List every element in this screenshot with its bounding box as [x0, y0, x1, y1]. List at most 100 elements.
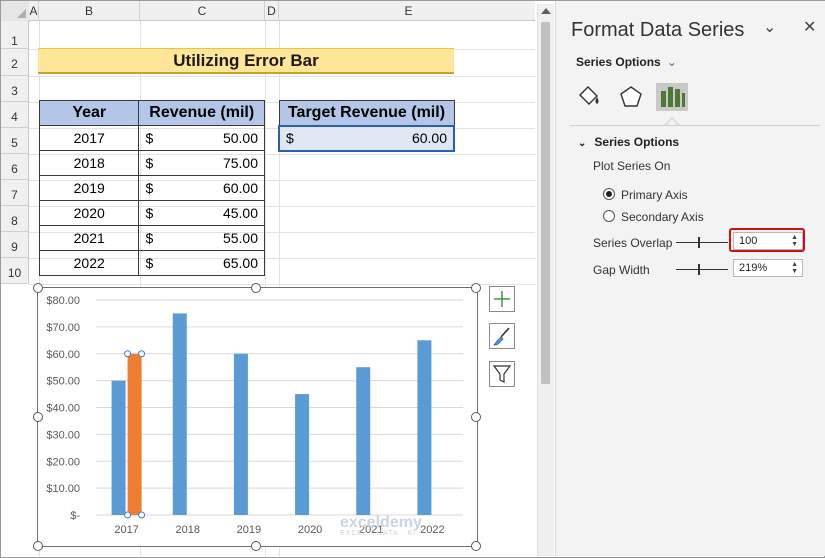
table-row: 2017 $50.00	[38, 125, 265, 151]
gap-width-value: 219%	[739, 262, 768, 274]
spin-up-icon[interactable]: ▲	[791, 261, 798, 268]
primary-axis-label[interactable]: Primary Axis	[621, 188, 688, 202]
resize-handle-bottom-right[interactable]	[471, 541, 481, 551]
y-tick-label: $40.00	[46, 403, 80, 415]
row-header-1[interactable]: 1	[1, 21, 29, 49]
target-revenue-cell[interactable]: $60.00	[278, 124, 455, 152]
fill-line-tab[interactable]	[574, 83, 604, 111]
resize-handle-top-left[interactable]	[33, 283, 43, 293]
row-header-9[interactable]: 9	[1, 232, 29, 258]
plus-icon	[494, 291, 510, 307]
y-tick-label: $30.00	[46, 429, 80, 441]
slider-knob[interactable]	[698, 237, 700, 248]
row-header-6[interactable]: 6	[1, 154, 29, 180]
revenue-cell[interactable]: $45.00	[138, 200, 265, 226]
revenue-cell[interactable]: $65.00	[138, 250, 265, 276]
chart-styles-button[interactable]	[489, 323, 515, 349]
resize-handle-top-right[interactable]	[471, 283, 481, 293]
series-options-dropdown[interactable]: Series Options ⌄	[576, 55, 677, 69]
column-header-e[interactable]: E	[279, 1, 535, 21]
bar-chart-icon	[661, 87, 685, 107]
pane-title: Format Data Series	[571, 19, 745, 41]
row-header-3[interactable]: 3	[1, 76, 29, 102]
row-header-2[interactable]: 2	[1, 49, 29, 76]
year-header[interactable]: Year	[38, 100, 140, 126]
year-cell[interactable]: 2019	[38, 175, 140, 201]
chart-bar	[172, 313, 187, 515]
resize-handle-right[interactable]	[471, 412, 481, 422]
revenue-cell[interactable]: $75.00	[138, 150, 265, 176]
revenue-value: 65.00	[222, 255, 258, 271]
revenue-header[interactable]: Revenue (mil)	[138, 100, 265, 126]
selection-handle[interactable]	[124, 511, 132, 519]
x-tick-label: 2017	[114, 524, 138, 536]
row-header-8[interactable]: 8	[1, 206, 29, 232]
year-cell[interactable]: 2022	[38, 250, 140, 276]
chart-bar	[417, 340, 432, 515]
gap-width-input[interactable]: 219% ▲ ▼	[733, 259, 803, 277]
y-tick-label: $80.00	[46, 295, 80, 307]
collapse-chevron-icon: ⌄	[578, 138, 587, 149]
scrollbar-thumb[interactable]	[541, 22, 550, 384]
spin-down-icon[interactable]: ▼	[791, 268, 798, 275]
slider-knob[interactable]	[698, 264, 700, 275]
y-tick-label: $70.00	[46, 322, 80, 334]
resize-handle-bottom[interactable]	[251, 541, 261, 551]
series-overlap-slider[interactable]	[676, 237, 728, 248]
table-row: 2019 $60.00	[38, 175, 265, 201]
target-revenue-table: Target Revenue (mil) $60.00	[278, 100, 455, 152]
series-overlap-label: Series Overlap	[593, 236, 673, 250]
series-options-section[interactable]: ⌄ Series Options	[578, 135, 679, 149]
resize-handle-bottom-left[interactable]	[33, 541, 43, 551]
selection-handle[interactable]	[138, 350, 146, 358]
selection-handle[interactable]	[124, 350, 132, 358]
currency-symbol: $	[145, 180, 154, 196]
series-options-tab[interactable]	[656, 83, 688, 111]
table-row: 2021 $55.00	[38, 225, 265, 251]
series-options-dropdown-label: Series Options	[576, 55, 661, 69]
effects-tab[interactable]	[616, 83, 646, 111]
year-cell[interactable]: 2021	[38, 225, 140, 251]
y-tick-label: $-	[70, 510, 80, 522]
sheet-title-cell[interactable]: Utilizing Error Bar	[38, 48, 454, 74]
chart-bar	[356, 367, 371, 515]
paint-bucket-icon	[579, 86, 599, 105]
year-cell[interactable]: 2020	[38, 200, 140, 226]
primary-axis-radio[interactable]	[603, 188, 615, 200]
chevron-down-icon: ⌄	[666, 55, 677, 69]
target-revenue-value: 60.00	[411, 130, 447, 146]
secondary-axis-label[interactable]: Secondary Axis	[621, 210, 704, 224]
currency-symbol: $	[145, 205, 154, 221]
year-cell[interactable]: 2017	[38, 125, 140, 151]
gap-width-label: Gap Width	[593, 263, 650, 277]
column-header-b[interactable]: B	[39, 1, 140, 21]
revenue-cell[interactable]: $55.00	[138, 225, 265, 251]
column-header-a[interactable]: A	[29, 1, 39, 21]
year-cell[interactable]: 2018	[38, 150, 140, 176]
resize-handle-top[interactable]	[251, 283, 261, 293]
resize-handle-left[interactable]	[33, 412, 43, 422]
row-header-10[interactable]: 10	[1, 258, 29, 284]
chart-plot-area[interactable]: $- $10.00 $20.00 $30.00 $40.00 $50.00 $60.00 $7…	[38, 288, 477, 546]
column-chart[interactable]: $- $10.00 $20.00 $30.00 $40.00 $50.00 $60.00 $7…	[37, 287, 478, 547]
secondary-axis-radio[interactable]	[603, 210, 615, 222]
selection-handle[interactable]	[138, 511, 146, 519]
target-revenue-header[interactable]: Target Revenue (mil)	[278, 100, 455, 126]
select-all-corner[interactable]	[1, 1, 30, 22]
vertical-scrollbar[interactable]	[537, 4, 554, 556]
row-header-7[interactable]: 7	[1, 180, 29, 206]
highlight-box	[729, 228, 805, 252]
chart-elements-button[interactable]	[489, 286, 515, 312]
revenue-cell[interactable]: $50.00	[138, 125, 265, 151]
table-row: $60.00	[278, 124, 455, 152]
row-header-5[interactable]: 5	[1, 128, 29, 154]
column-header-c[interactable]: C	[140, 1, 265, 21]
column-header-d[interactable]: D	[265, 1, 279, 21]
chart-filters-button[interactable]	[489, 361, 515, 387]
gap-width-slider[interactable]	[676, 264, 728, 275]
scroll-up-icon[interactable]	[541, 8, 551, 14]
pane-options-chevron-icon[interactable]: ⌄	[763, 17, 776, 37]
close-icon[interactable]: ✕	[803, 17, 816, 37]
revenue-cell[interactable]: $60.00	[138, 175, 265, 201]
row-header-4[interactable]: 4	[1, 102, 29, 128]
